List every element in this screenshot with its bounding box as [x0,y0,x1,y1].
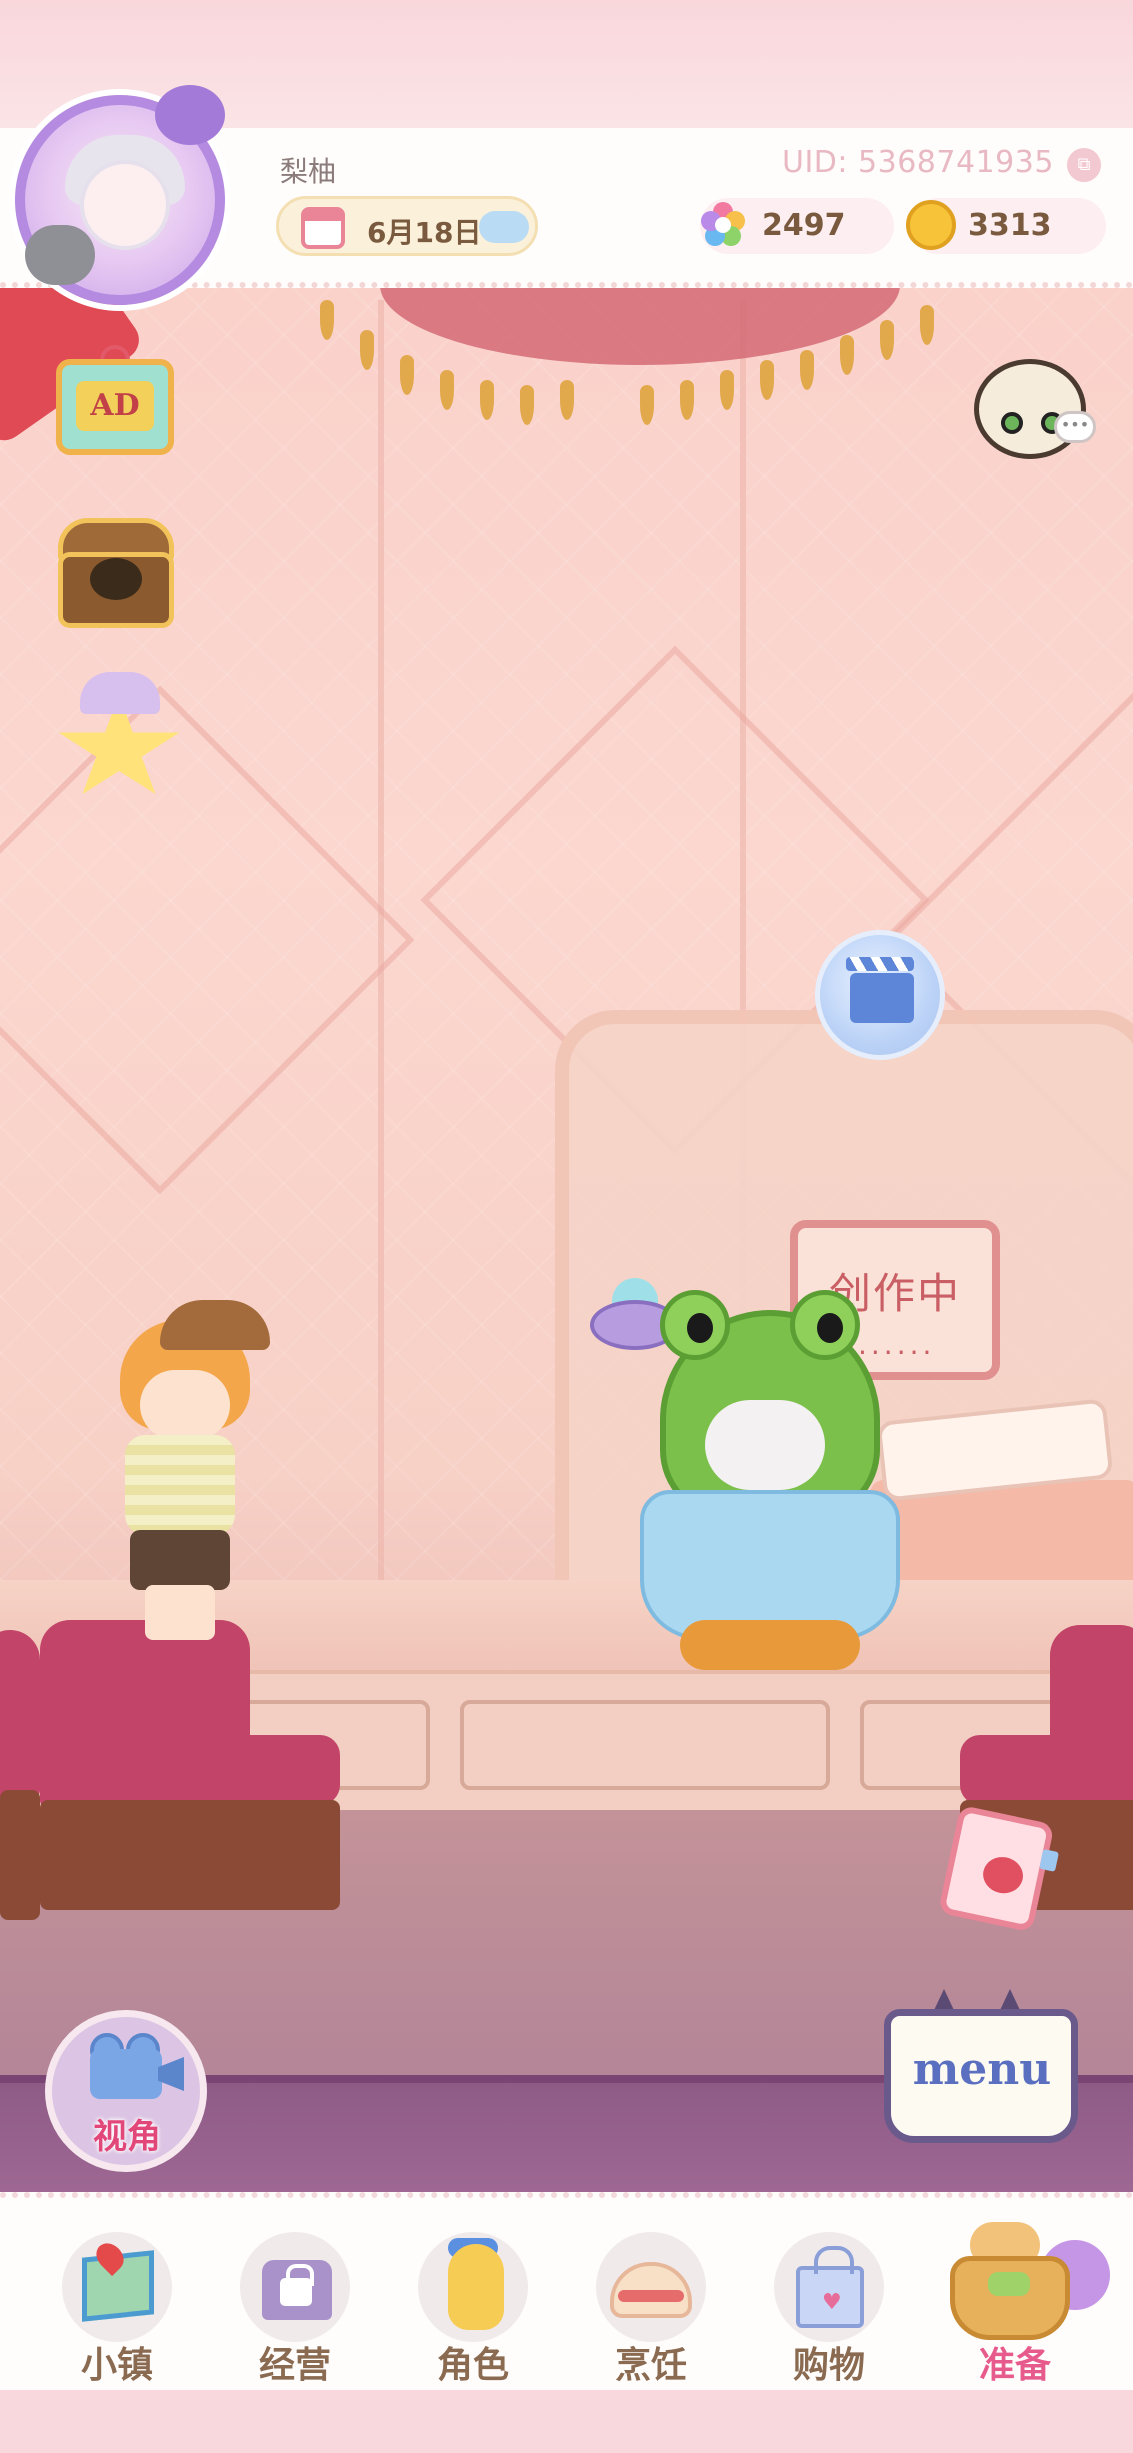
theater-seat [0,1630,40,1800]
menu-label: menu [912,2044,1052,2095]
bow-icon [988,2272,1030,2296]
nav-label: 经营 [258,2345,331,2386]
avatar-grape-ornament [155,85,225,145]
date-weather-pill[interactable]: 6月18日 [276,196,538,256]
ad-reward-button[interactable]: AD [56,345,174,457]
speech-bubble-icon: ••• [1054,411,1096,443]
avatar-face [80,160,170,250]
clapperboard-icon [846,957,914,1023]
current-date: 6月18日 [367,216,482,249]
gold-coin-icon [906,200,956,250]
bottom-navigation: 小镇 经营 角色 烹饪 ♥ 购物 准备 [0,2192,1133,2390]
camera-view-label: 视角 [93,2117,161,2157]
ad-label: AD [76,381,154,431]
seat-cushion [960,1735,1080,1805]
lock-icon [280,2264,314,2306]
gem-currency[interactable]: 2497 [700,198,894,254]
avatar-cat-pet [25,225,95,285]
star-event-button[interactable] [56,672,182,802]
nav-item-cooking[interactable]: 烹饪 [566,2222,736,2392]
coin-count: 3313 [968,208,1052,243]
nav-label: 小镇 [80,2345,153,2386]
star-hat-icon [80,672,160,714]
nav-label: 角色 [436,2345,509,2386]
shopping-bag-icon: ♥ [796,2246,864,2328]
nav-item-prepare[interactable]: 准备 [930,2222,1110,2392]
gold-tassels [300,300,1060,460]
player-frog-costume-character[interactable] [600,1290,920,1670]
calendar-icon [301,207,345,249]
copy-uid-icon[interactable]: ⧉ [1067,148,1101,182]
notebook-icon [937,1804,1055,1933]
nav-item-shopping[interactable]: ♥ 购物 [744,2222,914,2392]
cat-chat-button[interactable]: ••• [968,345,1098,463]
nav-label: 购物 [792,2345,865,2386]
rainbow-flower-gem-icon [701,202,745,246]
camera-view-button[interactable]: 视角 [45,2010,207,2172]
player-uid: UID: 5368741935 [782,145,1054,180]
doll-icon [448,2244,504,2330]
npc-boy-character[interactable] [70,1280,270,1640]
bottom-strip [0,2390,1133,2453]
menu-book-button[interactable]: menu [884,1985,1078,2145]
cloud-weather-icon [479,211,529,243]
cake-filling [618,2290,684,2302]
nav-item-character[interactable]: 角色 [388,2222,558,2392]
nav-label: 烹饪 [614,2345,687,2386]
nav-item-business[interactable]: 经营 [210,2222,380,2392]
gem-count: 2497 [762,208,846,243]
seat-base [40,1800,340,1910]
seat-base [0,1790,40,1920]
film-clapper-button[interactable] [815,930,945,1060]
picnic-basket-icon [950,2256,1070,2340]
stage-front-panel [460,1700,830,1790]
cherry-icon [979,1853,1027,1897]
treasure-chest-button[interactable] [54,512,178,630]
open-book-icon: menu [884,2009,1078,2143]
nav-label-active: 准备 [978,2345,1051,2386]
player-avatar[interactable] [15,85,225,305]
chest-raccoon-face [90,558,142,600]
movie-camera-icon [90,2049,162,2099]
siamese-cat-icon [974,359,1086,459]
nav-item-town[interactable]: 小镇 [32,2222,202,2392]
tv-icon: AD [56,359,174,455]
seat-cushion [150,1735,340,1805]
player-nickname: 梨柚 [280,155,337,188]
coin-currency[interactable]: 3313 [906,198,1106,254]
